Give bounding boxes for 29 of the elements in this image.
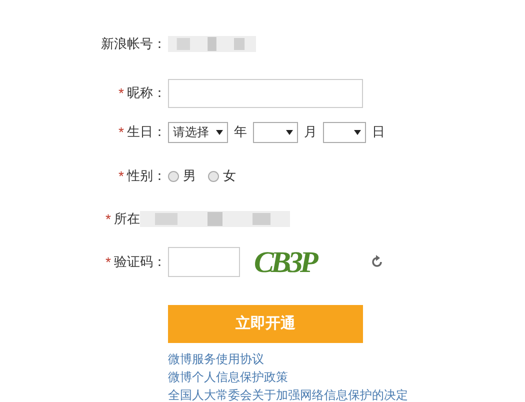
caret-icon: [286, 130, 293, 134]
caret-icon: [216, 130, 223, 134]
radio-option[interactable]: 男: [168, 166, 196, 186]
unit-label: 月: [304, 123, 317, 142]
field-label: 性别：: [127, 167, 166, 186]
field-label: 生日：: [127, 123, 166, 142]
caret-icon: [354, 130, 361, 134]
unit-label: 日: [372, 123, 385, 142]
link[interactable]: 微博个人信息保护政策: [168, 369, 288, 385]
required-mark: *: [118, 122, 124, 142]
required-mark: *: [118, 166, 124, 186]
radio-option[interactable]: 女: [208, 166, 236, 186]
field-label: 验证码：: [114, 253, 166, 272]
link[interactable]: 全国人大常委会关于加强网络信息保护的决定: [168, 387, 408, 402]
field-label: 新浪帐号：: [101, 35, 166, 54]
required-mark: *: [118, 84, 124, 102]
unit-label: 年: [234, 123, 247, 142]
select-field[interactable]: [323, 122, 366, 142]
refresh-icon[interactable]: [370, 255, 384, 269]
required-mark: *: [106, 252, 111, 272]
captcha-input-field[interactable]: [168, 247, 240, 277]
select-field[interactable]: [253, 122, 298, 142]
required-mark: *: [106, 210, 111, 228]
captcha-image: CB3P: [254, 244, 318, 280]
field-label: 所在: [114, 210, 140, 228]
select-field[interactable]: 请选择: [168, 122, 228, 142]
field-label: 昵称：: [127, 84, 166, 102]
text-input-field[interactable]: [168, 78, 363, 108]
link[interactable]: 微博服务使用协议: [168, 351, 264, 367]
